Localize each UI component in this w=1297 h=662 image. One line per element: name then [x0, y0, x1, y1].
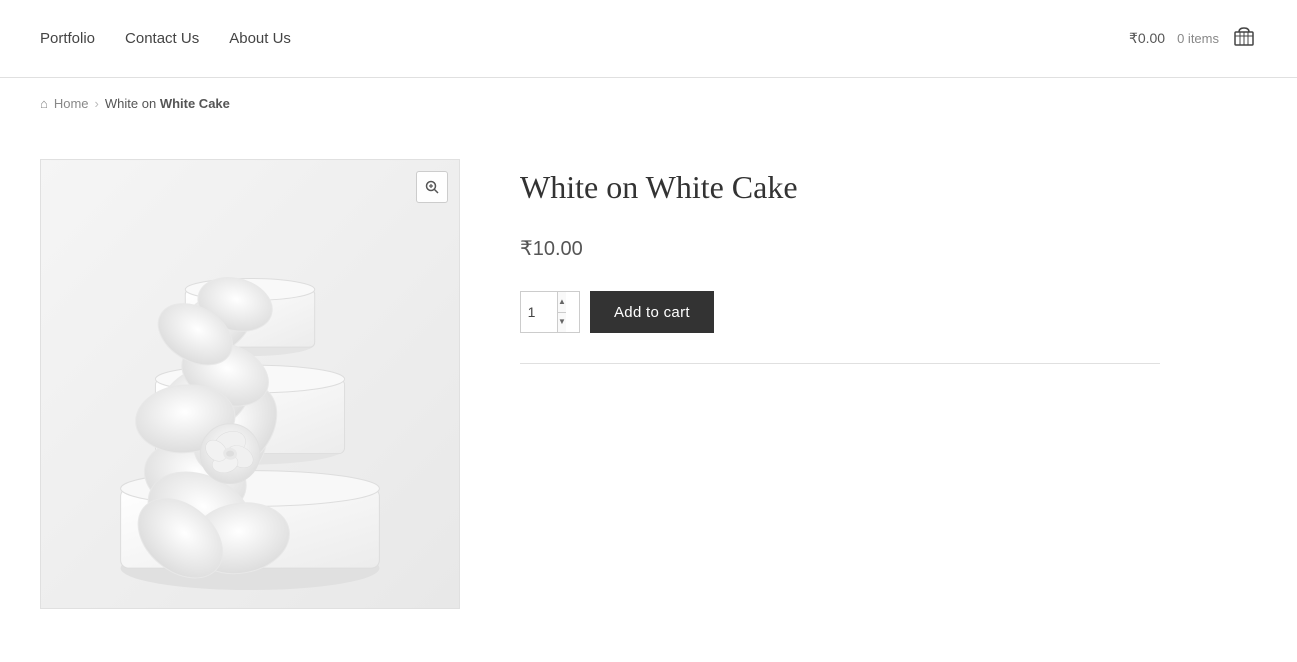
product-actions: ▲ ▼ Add to cart — [520, 291, 1160, 333]
breadcrumb-home-link[interactable]: Home — [54, 96, 89, 111]
product-image-wrapper — [40, 159, 460, 609]
home-icon: ⌂ — [40, 96, 48, 111]
product-price: ₹10.00 — [520, 236, 1160, 261]
quantity-input[interactable] — [521, 292, 557, 332]
nav-portfolio[interactable]: Portfolio — [40, 30, 95, 47]
zoom-button[interactable] — [416, 171, 448, 203]
nav-contact[interactable]: Contact Us — [125, 30, 199, 47]
breadcrumb-current: White on White Cake — [105, 96, 230, 111]
nav-about[interactable]: About Us — [229, 30, 291, 47]
cart-icon[interactable] — [1231, 24, 1257, 54]
breadcrumb-prefix: White on — [105, 96, 160, 111]
quantity-down-button[interactable]: ▼ — [558, 313, 566, 333]
cart-price: ₹0.00 — [1129, 30, 1165, 47]
main-content: White on White Cake ₹10.00 ▲ ▼ Add to ca… — [0, 129, 1200, 639]
quantity-wrapper: ▲ ▼ — [520, 291, 580, 333]
product-divider — [520, 363, 1160, 364]
product-details: White on White Cake ₹10.00 ▲ ▼ Add to ca… — [520, 159, 1160, 609]
header: Portfolio Contact Us About Us ₹0.00 0 it… — [0, 0, 1297, 78]
breadcrumb: ⌂ Home › White on White Cake — [0, 78, 1297, 129]
quantity-up-button[interactable]: ▲ — [558, 292, 566, 313]
product-title: White on White Cake — [520, 169, 1160, 206]
product-image — [40, 159, 460, 609]
breadcrumb-bold: White Cake — [160, 96, 230, 111]
cart-items-count: 0 items — [1177, 31, 1219, 46]
cart-area: ₹0.00 0 items — [1129, 24, 1257, 54]
quantity-spinners: ▲ ▼ — [557, 292, 566, 332]
add-to-cart-button[interactable]: Add to cart — [590, 291, 714, 333]
breadcrumb-separator: › — [95, 96, 99, 111]
nav-links: Portfolio Contact Us About Us — [40, 30, 1129, 47]
